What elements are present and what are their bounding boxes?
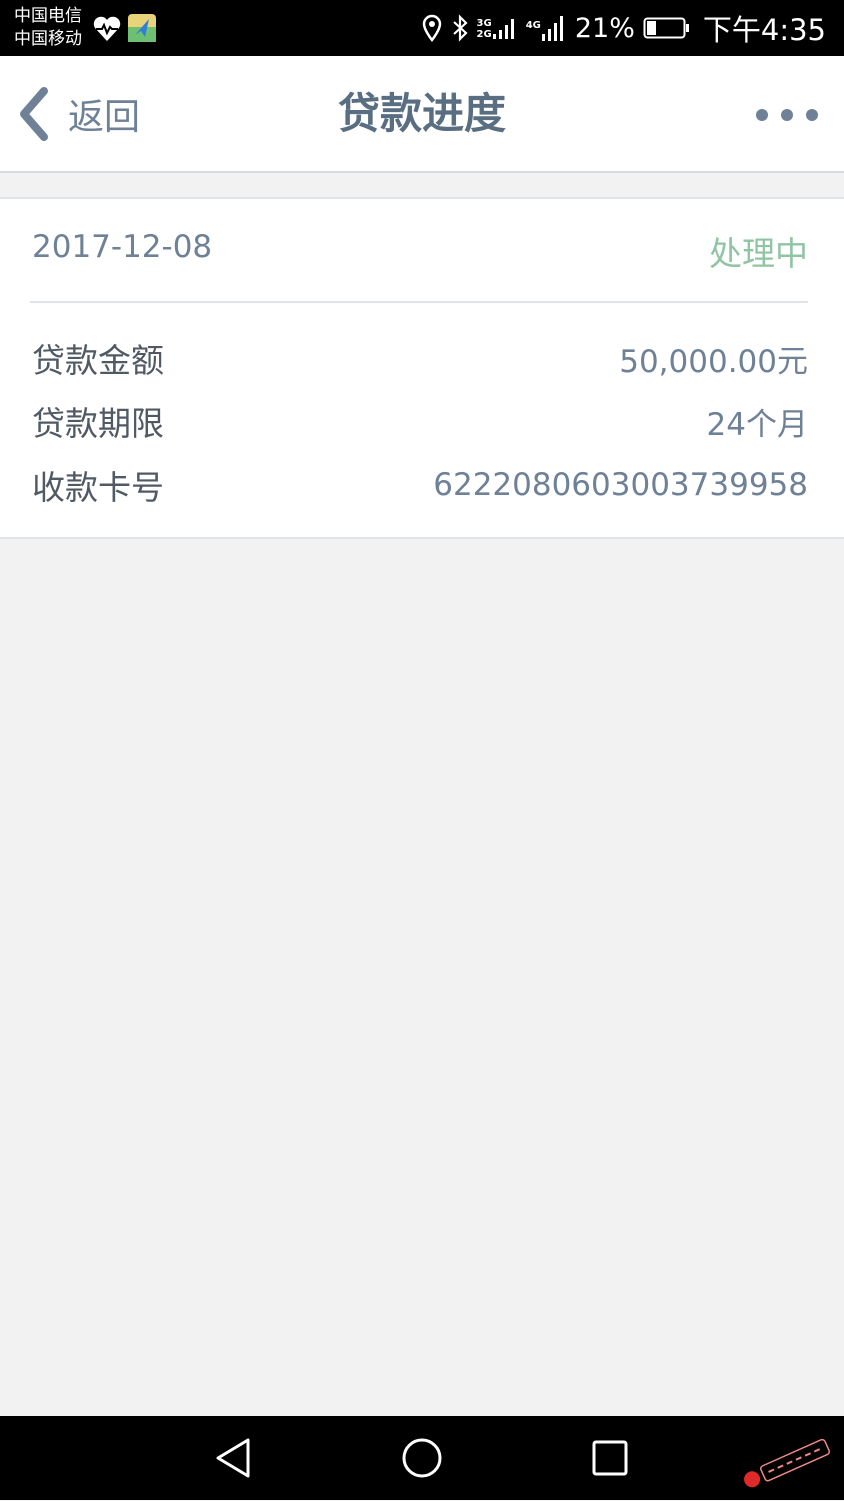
bluetooth-icon bbox=[452, 14, 468, 42]
carrier-1: 中国电信 bbox=[14, 6, 82, 26]
health-heart-icon bbox=[93, 16, 121, 41]
battery-icon bbox=[643, 17, 689, 39]
more-dot-icon bbox=[806, 109, 818, 121]
carrier-info: 中国电信 中国移动 bbox=[14, 5, 82, 51]
map-app-icon bbox=[128, 14, 156, 42]
back-triangle-icon[interactable] bbox=[212, 1436, 256, 1480]
watermark-logo-icon bbox=[744, 1438, 831, 1488]
clock-time: 下午4:35 bbox=[702, 13, 826, 47]
more-dot-icon bbox=[781, 109, 793, 121]
battery-percent: 21% bbox=[574, 12, 635, 44]
recents-square-icon[interactable] bbox=[588, 1436, 632, 1480]
more-dot-icon bbox=[756, 109, 768, 121]
status-badge: 处理中 bbox=[709, 234, 808, 273]
home-circle-icon[interactable] bbox=[400, 1436, 444, 1480]
detail-row-card-number: 收款卡号 6222080603003739958 bbox=[32, 460, 808, 510]
carrier-2: 中国移动 bbox=[14, 29, 82, 49]
detail-label: 贷款金额 bbox=[32, 341, 164, 380]
detail-row-term: 贷款期限 24个月 bbox=[32, 396, 808, 446]
signal-bars-icon bbox=[492, 19, 514, 39]
detail-label: 贷款期限 bbox=[32, 404, 164, 443]
detail-value: 50,000.00元 bbox=[619, 343, 808, 380]
detail-value: 24个月 bbox=[706, 406, 808, 443]
page-title: 贷款进度 bbox=[337, 89, 506, 138]
signal-label-4g: 4G bbox=[525, 20, 541, 31]
application-date: 2017-12-08 bbox=[32, 229, 213, 265]
signal-bars-icon bbox=[541, 16, 563, 41]
signal-label-3g: 3G bbox=[476, 18, 492, 29]
signal-sim2: 4G bbox=[526, 14, 567, 42]
system-navigation-bar bbox=[0, 1416, 844, 1500]
navigation-bar: 返回 贷款进度 bbox=[0, 56, 844, 173]
signal-label-2g: 2G bbox=[476, 29, 492, 40]
detail-value: 6222080603003739958 bbox=[433, 467, 808, 503]
loan-card-header: 2017-12-08 处理中 bbox=[30, 199, 808, 303]
detail-row-amount: 贷款金额 50,000.00元 bbox=[32, 333, 808, 383]
detail-label: 收款卡号 bbox=[32, 468, 164, 507]
status-indicators: 3G 2G 4G 21% 下午4:35 bbox=[413, 0, 826, 56]
status-bar: 中国电信 中国移动 3G 2G 4G 21% 下午4:35 bbox=[0, 0, 844, 56]
signal-sim1: 3G 2G bbox=[477, 16, 518, 40]
location-icon bbox=[422, 14, 441, 42]
more-options-button[interactable] bbox=[743, 100, 818, 130]
loan-progress-card: 2017-12-08 处理中 贷款金额 50,000.00元 贷款期限 24个月… bbox=[0, 197, 844, 539]
